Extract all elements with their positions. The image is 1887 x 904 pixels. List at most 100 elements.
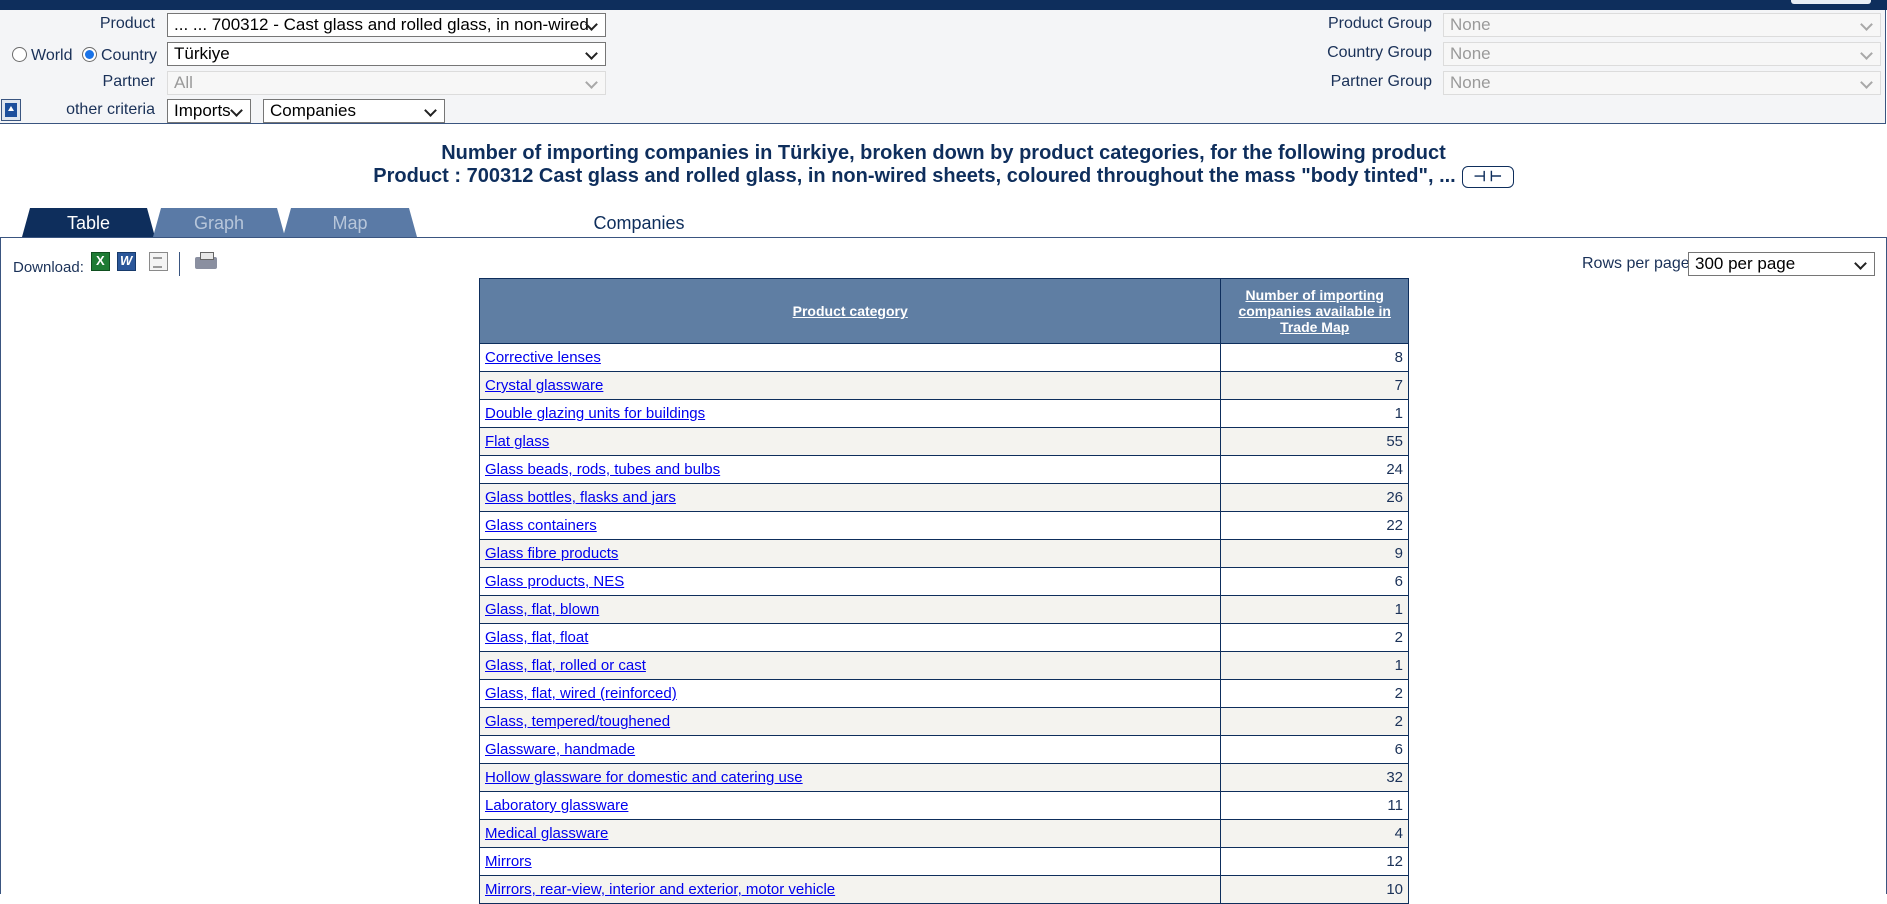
category-link[interactable]: Glass fibre products [485,545,618,562]
category-cell: Glass fibre products [478,539,1222,568]
text-download-icon[interactable] [149,252,168,271]
category-link[interactable]: Glass, flat, blown [485,601,599,618]
column-header-category[interactable]: Product category [478,278,1222,344]
category-link[interactable]: Laboratory glassware [485,797,628,814]
category-link[interactable]: Double glazing units for buildings [485,405,705,422]
world-label: World [31,47,73,64]
category-cell: Laboratory glassware [478,791,1222,820]
category-link[interactable]: Glassware, handmade [485,741,635,758]
company-count: 2 [1220,707,1409,736]
country-group-label: Country Group [1327,44,1432,61]
partner-select[interactable]: All [167,71,606,95]
rows-per-page-label: Rows per page [1582,255,1690,272]
scroll-arrows-icon[interactable]: ⊣ ⊢ [1461,165,1514,188]
tab-graph[interactable]: Graph [153,208,285,237]
company-count: 12 [1220,847,1409,876]
category-cell: Double glazing units for buildings [478,399,1222,428]
tab-table[interactable]: Table [22,208,155,237]
tab-map[interactable]: Map [283,208,417,237]
table-row: Glass beads, rods, tubes and bulbs 24 [478,455,1409,484]
category-link[interactable]: Glass containers [485,517,597,534]
category-cell: Glass bottles, flasks and jars [478,483,1222,512]
tab-companies[interactable]: Companies [566,208,712,237]
product-group-select[interactable]: None [1443,13,1881,37]
category-link[interactable]: Hollow glassware for domestic and cateri… [485,769,803,786]
product-group-label: Product Group [1327,15,1432,32]
category-link[interactable]: Glass, flat, rolled or cast [485,657,646,674]
title-line-1: Number of importing companies in Türkiye… [441,142,1446,164]
table-row: Glass, flat, wired (reinforced) 2 [478,679,1409,708]
category-cell: Glass, flat, blown [478,595,1222,624]
category-link[interactable]: Corrective lenses [485,349,601,366]
category-cell: Mirrors [478,847,1222,876]
top-banner-button[interactable] [1791,0,1871,4]
company-count: 1 [1220,399,1409,428]
category-link[interactable]: Mirrors [485,853,532,870]
partner-group-label: Partner Group [1330,73,1432,90]
category-cell: Glass containers [478,511,1222,540]
category-cell: Glass products, NES [478,567,1222,596]
category-cell: Medical glassware [478,819,1222,848]
table-row: Flat glass 55 [478,427,1409,456]
company-count: 6 [1220,567,1409,596]
toolbar-divider [179,252,180,276]
category-cell: Crystal glassware [478,371,1222,400]
company-count: 2 [1220,679,1409,708]
category-link[interactable]: Glass, flat, float [485,629,588,646]
print-icon[interactable] [195,252,217,269]
flow-select[interactable]: Imports [167,99,251,123]
partner-group-select[interactable]: None [1443,71,1881,95]
company-count: 24 [1220,455,1409,484]
category-link[interactable]: Flat glass [485,433,549,450]
company-count: 26 [1220,483,1409,512]
table-row: Glass containers 22 [478,511,1409,540]
country-label: Country [101,47,158,64]
category-cell: Hollow glassware for domestic and cateri… [478,763,1222,792]
table-row: Glass bottles, flasks and jars 26 [478,483,1409,512]
table-row: Glass products, NES 6 [478,567,1409,596]
column-header-count[interactable]: Number of importing companies available … [1220,278,1409,344]
table-row: Glass, flat, float 2 [478,623,1409,652]
category-link[interactable]: Glass beads, rods, tubes and bulbs [485,461,720,478]
company-count: 1 [1220,651,1409,680]
category-cell: Flat glass [478,427,1222,456]
company-count: 1 [1220,595,1409,624]
table-row: Glass, flat, blown 1 [478,595,1409,624]
company-count: 2 [1220,623,1409,652]
category-cell: Glass, flat, rolled or cast [478,651,1222,680]
country-group-select[interactable]: None [1443,42,1881,66]
other-criteria-label: other criteria [66,101,155,118]
company-count: 7 [1220,371,1409,400]
page-title: Number of importing companies in Türkiye… [0,142,1887,188]
table-row: Glassware, handmade 6 [478,735,1409,764]
company-count: 6 [1220,735,1409,764]
tab-bar: Table Graph Map Companies [0,208,1887,446]
category-link[interactable]: Mirrors, rear-view, interior and exterio… [485,881,835,898]
category-link[interactable]: Medical glassware [485,825,608,842]
company-count: 22 [1220,511,1409,540]
table-row: Glass, tempered/toughened 2 [478,707,1409,736]
category-cell: Glass, flat, float [478,623,1222,652]
country-radio[interactable] [82,47,97,62]
world-radio[interactable] [12,47,27,62]
category-link[interactable]: Glass, tempered/toughened [485,713,670,730]
table-row: Laboratory glassware 11 [478,791,1409,820]
category-cell: Mirrors, rear-view, interior and exterio… [478,875,1222,904]
category-link[interactable]: Glass products, NES [485,573,624,590]
table-row: Mirrors 12 [478,847,1409,876]
product-select[interactable]: ... ... 700312 - Cast glass and rolled g… [167,13,606,37]
category-cell: Corrective lenses [478,343,1222,372]
companies-table: Product category Number of importing com… [478,278,1409,904]
category-link[interactable]: Glass, flat, wired (reinforced) [485,685,677,702]
excel-download-icon[interactable] [91,252,110,271]
company-count: 9 [1220,539,1409,568]
download-label: Download: [13,259,84,276]
collapse-criteria-icon[interactable] [1,99,21,121]
category-link[interactable]: Crystal glassware [485,377,603,394]
measure-select[interactable]: Companies [263,99,445,123]
rows-per-page-select[interactable]: 300 per page [1688,252,1875,276]
country-select[interactable]: Türkiye [167,42,606,66]
category-link[interactable]: Glass bottles, flasks and jars [485,489,676,506]
word-download-icon[interactable] [117,252,136,271]
company-count: 55 [1220,427,1409,456]
